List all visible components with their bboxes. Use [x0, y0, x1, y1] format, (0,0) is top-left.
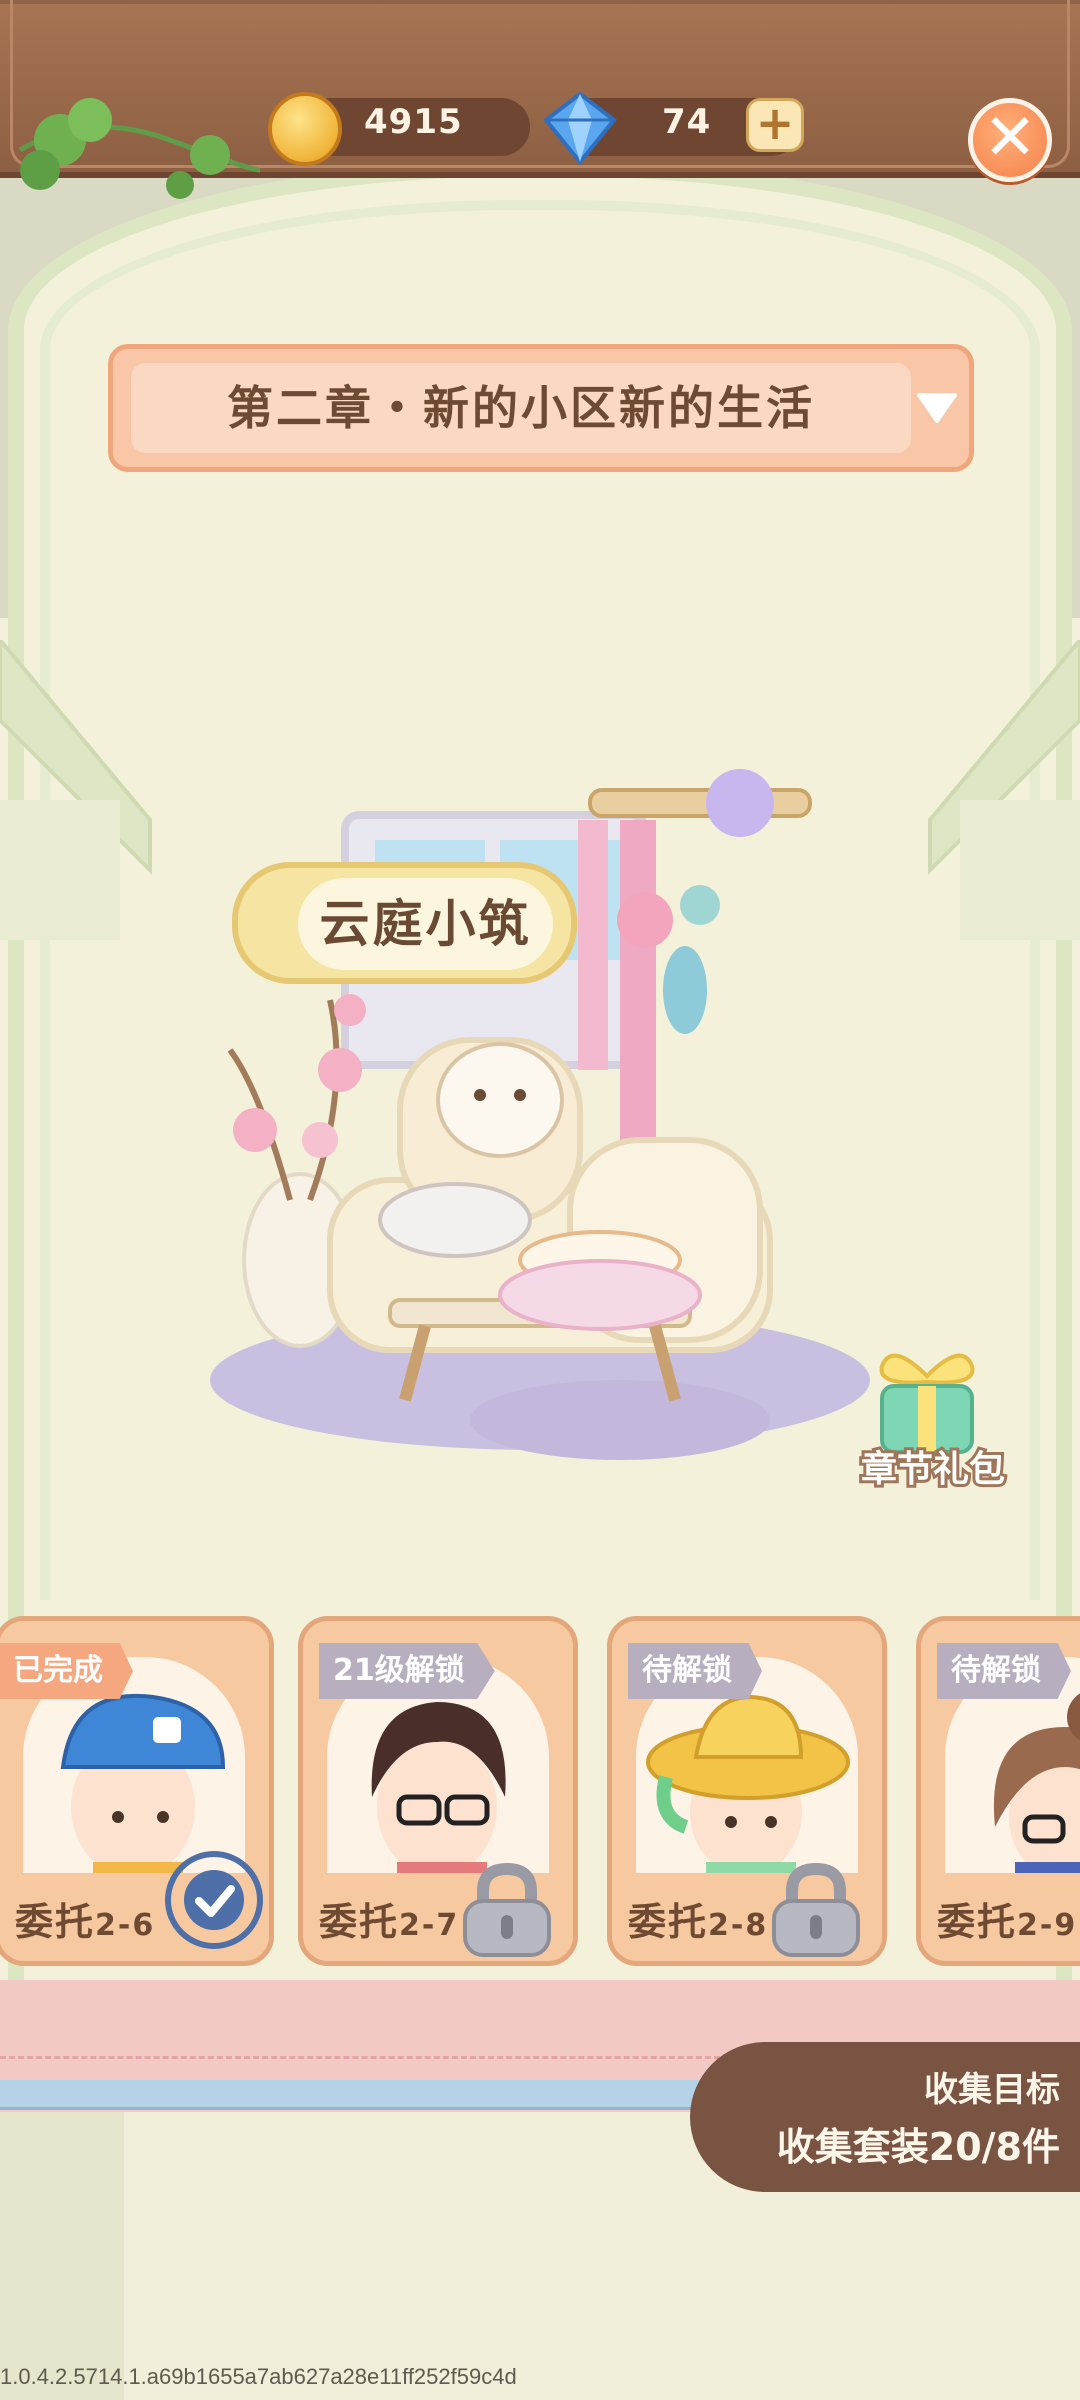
room-name: 云庭小筑: [298, 878, 553, 970]
gem-count: 74: [662, 102, 712, 142]
collection-goal-panel[interactable]: 收集目标 收集套装20/8件: [690, 2042, 1080, 2192]
ivy-leaves-decoration: [18, 98, 261, 199]
status-badge: 待解锁: [628, 1643, 762, 1699]
cat-coin-icon: [268, 92, 342, 166]
dashed-divider: [0, 2056, 720, 2059]
goal-progress-text: 收集套装20/8件: [776, 2125, 1060, 2169]
coin-count: 4915: [364, 102, 463, 142]
chapter-selector[interactable]: 第二章・新的小区新的生活: [108, 344, 974, 472]
unlock-level-badge: 21级解锁: [319, 1643, 495, 1699]
lock-icon: [772, 1862, 860, 1957]
commission-card-2-6[interactable]: 已完成 委托2-6: [0, 1616, 274, 1966]
commission-card-2-8[interactable]: 待解锁 委托2-8: [607, 1616, 887, 1966]
close-button[interactable]: ✕: [968, 98, 1052, 182]
completed-stamp-icon: [165, 1851, 263, 1949]
status-badge: 已完成: [0, 1643, 133, 1699]
version-string: 1.0.4.2.5714.1.a69b1655a7ab627a28e11ff25…: [0, 2364, 517, 2389]
lock-icon: [463, 1862, 551, 1957]
chapter-gift-label[interactable]: 章节礼包: [848, 1440, 1018, 1493]
status-badge: 待解锁: [937, 1643, 1071, 1699]
chevron-down-icon[interactable]: [915, 387, 959, 427]
room-name-plaque: 云庭小筑: [232, 862, 577, 984]
left-house-decoration: [0, 640, 152, 940]
commission-card-2-7[interactable]: 21级解锁 委托2-7: [298, 1616, 578, 1966]
chapter-title: 第二章・新的小区新的生活: [227, 381, 815, 435]
pillar-decoration: [0, 2112, 124, 2400]
add-gems-button[interactable]: +: [746, 98, 804, 152]
diamond-icon: [543, 91, 617, 166]
goal-title: 收集目标: [924, 2070, 1060, 2110]
commission-card-2-9[interactable]: 待解锁 委托2-9: [916, 1616, 1080, 1966]
collection-progress-track: [0, 2080, 720, 2110]
commission-name: 委托2-7: [319, 1900, 460, 1944]
commission-name: 委托2-9: [937, 1900, 1078, 1944]
commission-name: 委托2-8: [628, 1900, 769, 1944]
right-house-decoration: [928, 640, 1080, 940]
commission-name: 委托2-6: [15, 1900, 156, 1944]
